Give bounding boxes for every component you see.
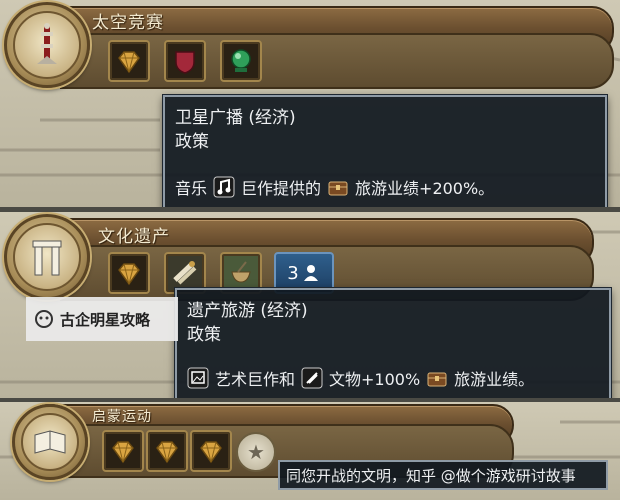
panel-title: 文化遗产 — [98, 227, 170, 247]
citizen-icon — [303, 265, 318, 281]
tooltip-effect: 艺术巨作和 文物+100% 旅游业绩。 — [187, 366, 534, 390]
tooltip-caption: 同您开战的文明，知乎 @做个游戏研讨故事 — [278, 460, 608, 490]
policy-slot-gold[interactable] — [146, 430, 188, 472]
cultural-heritage-emblem[interactable] — [4, 214, 90, 300]
panel-title: 太空竞赛 — [92, 13, 164, 33]
tooltip-heading: 卫星广播 (经济) — [175, 108, 296, 128]
policy-tooltip: 卫星广播 (经济) 政策 音乐 巨作提供的 旅游业绩+200%。 — [163, 95, 607, 207]
star-slot[interactable]: ★ — [236, 432, 276, 472]
artifact-icon — [301, 367, 323, 389]
space-race-emblem[interactable] — [4, 2, 90, 88]
effect-suffix: 旅游业绩。 — [454, 370, 535, 389]
policy-tooltip: 遗产旅游 (经济) 政策 艺术巨作和 文物+100% 旅游业绩。 — [175, 288, 611, 398]
tooltip-heading: 遗产旅游 (经济) — [187, 301, 308, 321]
tower-icon — [37, 23, 57, 64]
gold-gem-slot-icon — [118, 263, 140, 286]
watermark-text: 古企明星攻略 — [60, 310, 151, 329]
scrolls-icon — [173, 261, 197, 285]
enlightenment-emblem[interactable] — [12, 404, 88, 480]
red-shield-slot-icon — [175, 51, 195, 74]
count-value: 3 — [287, 262, 299, 284]
gate-icon — [32, 240, 62, 276]
policy-slot-green[interactable] — [220, 40, 262, 82]
tourism-chest-icon — [426, 367, 448, 389]
tooltip-subheading: 政策 — [175, 132, 209, 152]
policy-slot-gold[interactable] — [108, 252, 150, 294]
effect-middle: 巨作提供的 — [241, 179, 322, 198]
caption-text: 同您开战的文明，知乎 @做个游戏研讨故事 — [286, 466, 576, 485]
artifact-bowl-icon — [231, 261, 251, 283]
green-orb-slot-icon — [231, 49, 251, 72]
art-frame-icon — [187, 367, 209, 389]
watermark-logo-icon — [35, 310, 53, 328]
effect-suffix: 旅游业绩+200%。 — [355, 179, 495, 198]
music-note-icon — [213, 176, 235, 198]
effect-middle: 文物+100% — [329, 370, 421, 389]
gold-gem-slot-icon — [118, 51, 140, 74]
panel-title: 启蒙运动 — [92, 409, 152, 425]
gold-gem-slot-icon — [112, 441, 134, 464]
policy-slot-gold[interactable] — [108, 40, 150, 82]
policy-slot-gold[interactable] — [102, 430, 144, 472]
gold-gem-slot-icon — [200, 441, 222, 464]
tooltip-subheading: 政策 — [187, 325, 221, 345]
watermark-badge: 古企明星攻略 — [26, 297, 178, 341]
effect-prefix: 艺术巨作和 — [215, 370, 296, 389]
star-icon: ★ — [247, 440, 265, 464]
tourism-chest-icon — [327, 176, 349, 198]
book-icon — [34, 430, 66, 454]
policy-slot-gold[interactable] — [190, 430, 232, 472]
policy-slot-red[interactable] — [164, 40, 206, 82]
effect-prefix: 音乐 — [175, 179, 208, 198]
tooltip-effect: 音乐 巨作提供的 旅游业绩+200%。 — [175, 175, 494, 199]
gold-gem-slot-icon — [156, 441, 178, 464]
space-race-panel: 太空竞赛 卫星广播 (经济) 政策 音乐 巨作提供的 旅游业绩+200%。 — [0, 0, 620, 207]
